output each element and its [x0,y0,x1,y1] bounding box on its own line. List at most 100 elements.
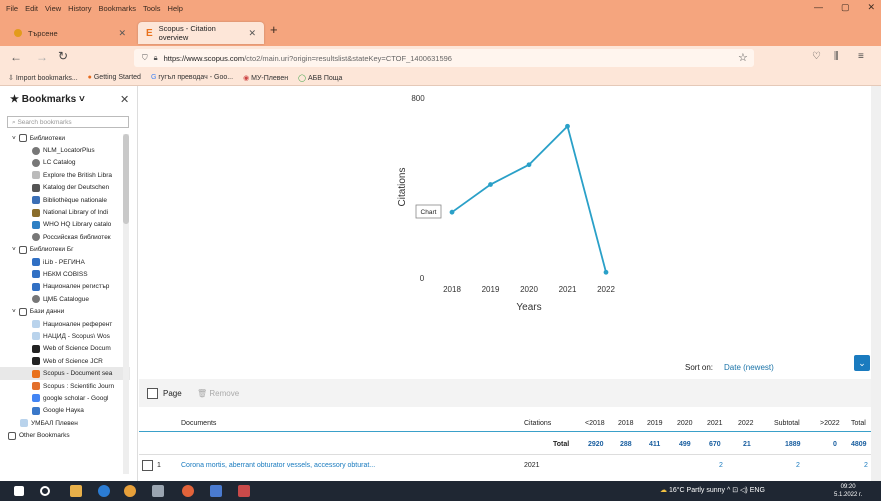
language-indicator[interactable]: ENG [750,487,765,494]
windows-start-icon[interactable] [14,486,24,496]
close-tab-icon[interactable]: ✕ [118,28,126,39]
total-2021[interactable]: 670 [709,441,721,448]
calculator-icon[interactable] [152,485,164,497]
total-2020[interactable]: 499 [679,441,691,448]
bookmark-translate[interactable]: G гугъл преводач - Goo... [151,74,233,81]
reload-icon[interactable]: ↻ [58,49,68,63]
clock[interactable]: 09:20 5.1.2022 г. [834,483,862,499]
chevron-down-icon[interactable]: ⌄ [854,355,870,371]
chrome-icon[interactable] [124,485,136,497]
new-tab-button[interactable]: + [270,22,278,37]
bookmark-abv[interactable]: ◯ АБВ Поща [298,74,342,82]
forward-icon[interactable]: → [36,50,48,64]
maximize-button[interactable]: ▢ [841,2,850,13]
bookmark-getting-started[interactable]: ● Getting Started [88,74,141,81]
photos-icon[interactable] [210,485,222,497]
row-total[interactable]: 2 [864,462,868,469]
header-documents[interactable]: Documents [181,420,216,427]
total-2018[interactable]: 288 [620,441,632,448]
bookmark-item[interactable]: Google Наука [0,405,130,417]
bookmark-item[interactable]: НАЦИД - Scopus\ Wos [0,330,130,342]
row-2021[interactable]: 2 [719,462,723,469]
bookmark-item[interactable]: НБКМ COBISS [0,268,130,280]
sidebar-scroll-thumb[interactable] [123,134,129,224]
bookmark-item[interactable]: NLM_LocatorPlus [0,144,130,156]
sidebar-close-icon[interactable]: ✕ [120,93,129,106]
total-2022[interactable]: 21 [743,441,751,448]
row-subtotal[interactable]: 2 [796,462,800,469]
bookmark-item[interactable]: Bibliothèque nationale [0,194,130,206]
expand-chevron-icon[interactable]: ˅ [12,308,16,315]
scopus-favicon-icon: E [146,27,153,39]
select-page-checkbox[interactable] [147,388,158,399]
bookmark-folder[interactable]: Other Bookmarks [0,429,130,441]
document-title-link[interactable]: Corona mortis, aberrant obturator vessel… [181,462,375,469]
minimize-button[interactable]: — [814,2,823,13]
bookmark-item[interactable]: Национален регистър [0,281,130,293]
expand-chevron-icon[interactable]: ˅ [12,246,16,253]
search-icon[interactable] [40,486,50,496]
total-before-2018[interactable]: 2920 [588,441,604,448]
bookmark-item[interactable]: Национален референт [0,318,130,330]
row-checkbox[interactable] [142,460,153,471]
bookmark-item[interactable]: УМБАЛ Плевен [0,417,130,429]
bookmark-item[interactable]: Katalog der Deutschen [0,182,130,194]
back-icon[interactable]: ← [10,50,22,64]
tab-scopus-citation[interactable]: E Scopus - Citation overview ✕ [138,22,264,44]
menu-view[interactable]: View [45,4,61,13]
file-explorer-icon[interactable] [70,485,82,497]
header-citations[interactable]: Citations [524,420,551,427]
menu-edit[interactable]: Edit [25,4,38,13]
bookmark-label: Other Bookmarks [19,432,70,440]
bookmark-item[interactable]: Scopus - Document sea [0,367,130,380]
favicon-icon [32,394,40,403]
pocket-icon[interactable]: ♡ [812,51,821,62]
library-icon[interactable]: ⫼ [834,51,839,62]
bookmark-star-icon[interactable]: ☆ [738,51,748,64]
close-tab-icon[interactable]: ✕ [248,28,256,39]
menu-history[interactable]: History [68,4,91,13]
bookmark-item[interactable]: Scopus : Scientific Journ [0,380,130,392]
menu-icon[interactable]: ≡ [858,51,864,62]
bookmark-folder[interactable]: ˅ Бази данни [0,305,130,317]
bookmark-item[interactable]: Explore the British Libra [0,169,130,181]
total-2019[interactable]: 411 [649,441,660,448]
bookmark-item[interactable]: ЦМБ Catalogue [0,293,130,305]
bookmarks-search-input[interactable]: ⌕ Search bookmarks [7,116,129,128]
sidebar-title[interactable]: ★ Bookmarks ˅ [10,94,85,105]
edge-icon[interactable] [98,485,110,497]
bookmark-item[interactable]: WHO HQ Library catalo [0,219,130,231]
bookmark-folder[interactable]: ˅ Библиотеки [0,132,130,144]
bookmark-item[interactable]: National Library of Indi [0,206,130,218]
menu-bookmarks[interactable]: Bookmarks [99,4,137,13]
bookmark-item[interactable]: google scholar - Googl [0,392,130,404]
bookmark-item[interactable]: LC Catalog [0,157,130,169]
trash-icon: 🗑︎ [197,389,210,398]
bookmark-mu-pleven[interactable]: ◉ МУ-Плевен [243,74,288,82]
chart-tooltip: Chart [421,209,437,216]
expand-chevron-icon[interactable]: ˅ [12,135,16,142]
bookmark-item[interactable]: Web of Science Docum [0,343,130,355]
menu-tools[interactable]: Tools [143,4,161,13]
page-scrollbar[interactable] [871,86,881,481]
menu-help[interactable]: Help [168,4,183,13]
bookmark-item[interactable]: Российская библиотек [0,231,130,243]
bookmark-folder[interactable]: ˅ Библиотеки Бг [0,244,130,256]
paint-icon[interactable] [238,485,250,497]
remove-button[interactable]: 🗑︎ Remove [197,389,239,398]
menu-file[interactable]: File [6,4,18,13]
url-bar[interactable]: ⛉ 🔒︎ https://www.scopus.com/cto2/main.ur… [134,49,754,67]
close-window-button[interactable]: ✕ [867,2,875,13]
tab-search[interactable]: Търсене ✕ [6,22,134,44]
bookmark-import[interactable]: ⇩ Import bookmarks... [8,74,78,82]
sidebar-scrollbar[interactable] [123,134,129,474]
total-total[interactable]: 4809 [851,441,867,448]
sort-select[interactable]: Date (newest) [724,363,774,372]
bookmark-item[interactable]: iLib - РЕГИНА [0,256,130,268]
bookmark-item[interactable]: Web of Science JCR [0,355,130,367]
total-subtotal[interactable]: 1889 [785,441,801,448]
weather-text[interactable]: 16°C Partly sunny [669,487,725,494]
firefox-taskbar-icon[interactable] [182,485,194,497]
total-after-2022[interactable]: 0 [833,441,837,448]
sort-label: Sort on: [685,363,714,372]
